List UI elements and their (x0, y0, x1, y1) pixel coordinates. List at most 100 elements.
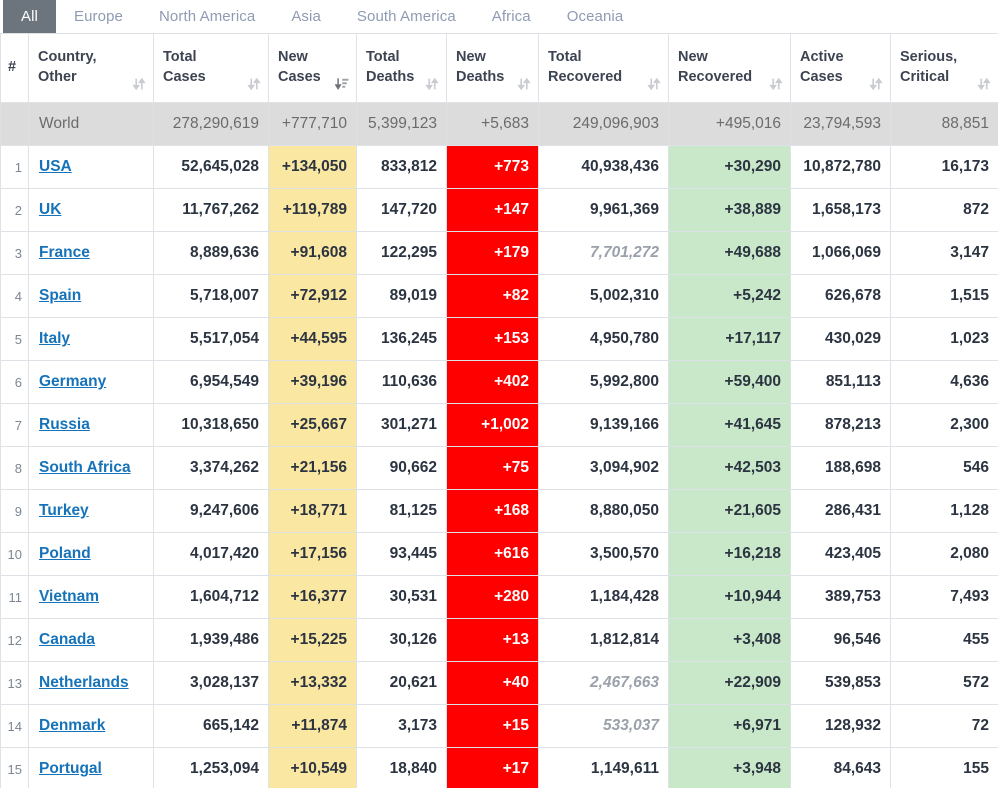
row-country[interactable]: Russia (28, 403, 154, 447)
col-header-rank[interactable]: # (0, 33, 29, 103)
col-header-total_deaths[interactable]: Total Deaths (356, 33, 447, 103)
country-link[interactable]: South Africa (39, 459, 131, 476)
header-line1: Total (366, 49, 400, 66)
row-new-cases: +44,595 (268, 317, 357, 361)
row-new-recovered: +22,909 (668, 661, 791, 705)
row-new-recovered: +16,218 (668, 532, 791, 576)
row-new-cases: +15,225 (268, 618, 357, 662)
row-new-recovered: +5,242 (668, 274, 791, 318)
col-header-new_recovered[interactable]: New Recovered (668, 33, 791, 103)
row-country[interactable]: USA (28, 145, 154, 189)
row-rank: 11 (0, 575, 29, 619)
col-header-total_cases[interactable]: Total Cases (153, 33, 269, 103)
country-link[interactable]: Denmark (39, 717, 105, 734)
sort-both-icon[interactable] (869, 77, 883, 91)
row-country[interactable]: Italy (28, 317, 154, 361)
row-total-recovered: 5,002,310 (538, 274, 669, 318)
row-new-deaths: +168 (446, 489, 539, 533)
sort-both-icon[interactable] (425, 77, 439, 91)
row-new-recovered: +3,948 (668, 747, 791, 788)
table-row: 1 USA 52,645,028 +134,050 833,812 +773 40,938,… (0, 145, 998, 189)
table-header: # Country, Other Total Cases New Cases Total Dea… (0, 33, 998, 103)
row-country[interactable]: Turkey (28, 489, 154, 533)
col-header-country[interactable]: Country, Other (28, 33, 154, 103)
row-country[interactable]: Netherlands (28, 661, 154, 705)
row-country[interactable]: Germany (28, 360, 154, 404)
row-country[interactable]: France (28, 231, 154, 275)
row-total-cases: 1,253,094 (153, 747, 269, 788)
col-header-serious_critical[interactable]: Serious, Critical (890, 33, 998, 103)
country-link[interactable]: Poland (39, 545, 91, 562)
row-total-cases: 4,017,420 (153, 532, 269, 576)
row-total-deaths: 30,531 (356, 575, 447, 619)
row-total-recovered: 1,184,428 (538, 575, 669, 619)
col-header-active_cases[interactable]: Active Cases (790, 33, 891, 103)
sort-both-icon[interactable] (517, 77, 531, 91)
row-new-cases: +17,156 (268, 532, 357, 576)
row-total-deaths: 89,019 (356, 274, 447, 318)
country-link[interactable]: Portugal (39, 760, 102, 777)
row-active-cases: 96,546 (790, 618, 891, 662)
row-new-deaths: +82 (446, 274, 539, 318)
row-new-cases: +119,789 (268, 188, 357, 232)
col-header-label-serious_critical: Serious, Critical (900, 48, 989, 87)
row-country[interactable]: Vietnam (28, 575, 154, 619)
sort-amount-down-icon[interactable] (335, 77, 349, 91)
row-serious-critical: 455 (890, 618, 998, 662)
sort-both-icon[interactable] (977, 77, 991, 91)
row-total-recovered: 1,812,814 (538, 618, 669, 662)
country-link[interactable]: Spain (39, 287, 81, 304)
tab-north-america[interactable]: North America (141, 0, 273, 33)
tab-africa[interactable]: Africa (474, 0, 549, 33)
row-rank: 3 (0, 231, 29, 275)
sort-both-icon[interactable] (247, 77, 261, 91)
country-link[interactable]: Netherlands (39, 674, 129, 691)
tab-oceania[interactable]: Oceania (549, 0, 642, 33)
row-new-deaths: +17 (446, 747, 539, 788)
col-header-label-new_recovered: New Recovered (678, 48, 781, 87)
tab-europe[interactable]: Europe (56, 0, 141, 33)
row-rank (0, 102, 29, 146)
tab-asia[interactable]: Asia (273, 0, 339, 33)
tab-south-america[interactable]: South America (339, 0, 474, 33)
row-new-recovered: +30,290 (668, 145, 791, 189)
table-row: 13 Netherlands 3,028,137 +13,332 20,621 +40 2,… (0, 661, 998, 705)
row-new-cases: +21,156 (268, 446, 357, 490)
row-rank: 2 (0, 188, 29, 232)
country-link[interactable]: Italy (39, 330, 70, 347)
country-link[interactable]: USA (39, 158, 72, 175)
row-country[interactable]: Poland (28, 532, 154, 576)
row-total-deaths: 122,295 (356, 231, 447, 275)
col-header-new_cases[interactable]: New Cases (268, 33, 357, 103)
sort-both-icon[interactable] (647, 77, 661, 91)
country-link[interactable]: France (39, 244, 90, 261)
country-link[interactable]: UK (39, 201, 61, 218)
row-country[interactable]: Canada (28, 618, 154, 662)
country-link[interactable]: Vietnam (39, 588, 99, 605)
row-total-cases: 11,767,262 (153, 188, 269, 232)
country-link[interactable]: Germany (39, 373, 106, 390)
row-serious-critical: 2,080 (890, 532, 998, 576)
row-new-cases: +18,771 (268, 489, 357, 533)
row-new-deaths: +153 (446, 317, 539, 361)
continent-tab-bar[interactable]: All Europe North America Asia South America A… (0, 0, 998, 33)
header-line1: Total (548, 49, 582, 66)
sort-both-icon[interactable] (132, 77, 146, 91)
row-new-deaths: +280 (446, 575, 539, 619)
col-header-new_deaths[interactable]: New Deaths (446, 33, 539, 103)
col-header-total_recovered[interactable]: Total Recovered (538, 33, 669, 103)
row-rank: 7 (0, 403, 29, 447)
row-country[interactable]: Denmark (28, 704, 154, 748)
row-country[interactable]: Spain (28, 274, 154, 318)
row-active-cases: 1,658,173 (790, 188, 891, 232)
table-row: 10 Poland 4,017,420 +17,156 93,445 +616 3,500,… (0, 532, 998, 576)
row-country[interactable]: Portugal (28, 747, 154, 788)
country-link[interactable]: Canada (39, 631, 95, 648)
row-country[interactable]: UK (28, 188, 154, 232)
tab-all[interactable]: All (3, 0, 56, 33)
country-link[interactable]: Turkey (39, 502, 89, 519)
row-country[interactable]: South Africa (28, 446, 154, 490)
sort-both-icon[interactable] (769, 77, 783, 91)
country-link[interactable]: Russia (39, 416, 90, 433)
row-active-cases: 10,872,780 (790, 145, 891, 189)
